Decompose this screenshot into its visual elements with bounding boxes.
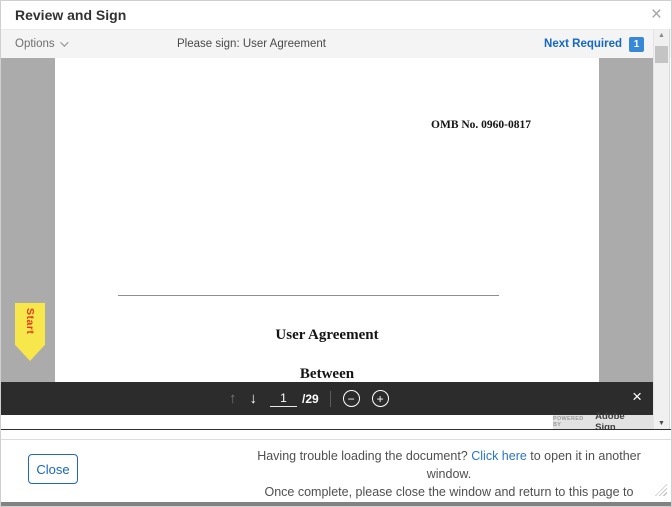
window-bottom-edge <box>1 502 671 506</box>
options-label: Options <box>15 38 55 50</box>
dialog-footer: Close Having trouble loading the documen… <box>1 430 671 506</box>
document-subtitle: Between <box>299 366 355 382</box>
close-icon[interactable]: × <box>651 3 662 27</box>
pdf-toolbar: ↑ ↓ /29 − + × <box>1 382 653 415</box>
click-here-link[interactable]: Click here <box>471 449 527 463</box>
start-tab[interactable]: Start <box>15 303 45 361</box>
footer-divider <box>1 439 671 440</box>
powered-strip: POWERED BY Adobe Sign <box>1 411 653 433</box>
options-bar: Options Please sign: User Agreement Next… <box>1 29 671 58</box>
trouble-message: Having trouble loading the document? Cli… <box>239 447 659 506</box>
chevron-down-icon <box>59 38 69 47</box>
document-viewer: OMB No. 0960-0817 User Agreement Between… <box>1 58 653 382</box>
toolbar-close-icon[interactable]: × <box>632 387 642 407</box>
scroll-down-icon[interactable]: ▼ <box>654 420 669 427</box>
options-menu-button[interactable]: Options <box>15 30 69 58</box>
close-button[interactable]: Close <box>28 454 78 484</box>
scroll-up-icon[interactable]: ▲ <box>654 32 669 39</box>
horizontal-rule <box>118 295 499 296</box>
start-tab-label: Start <box>24 308 36 335</box>
powered-by-label: POWERED BY <box>553 416 584 428</box>
dialog-title: Review and Sign <box>15 7 127 23</box>
document-title: User Agreement <box>275 327 379 343</box>
next-required-button[interactable]: Next Required <box>544 38 622 50</box>
vertical-scrollbar[interactable]: ▲ ▼ <box>653 30 669 429</box>
omb-number: OMB No. 0960-0817 <box>431 119 531 131</box>
review-and-sign-dialog: Review and Sign × Options Please sign: U… <box>0 0 672 507</box>
previous-page-icon[interactable]: ↑ <box>229 391 237 406</box>
sign-prompt: Please sign: User Agreement <box>177 38 326 50</box>
page-total: /29 <box>302 391 319 406</box>
powered-by-badge: POWERED BY Adobe Sign <box>553 411 653 433</box>
document-page: OMB No. 0960-0817 User Agreement Between <box>55 58 599 382</box>
next-page-icon[interactable]: ↓ <box>250 391 258 406</box>
right-gutter-border <box>669 29 670 429</box>
zoom-in-icon[interactable]: + <box>371 390 389 407</box>
scrollbar-thumb[interactable] <box>655 46 668 63</box>
trouble-text: Having trouble loading the document? <box>257 449 472 463</box>
next-required-count-badge[interactable]: 1 <box>629 37 644 52</box>
zoom-out-icon[interactable]: − <box>342 390 360 407</box>
pdf-toolbar-controls: ↑ ↓ /29 − + <box>229 382 389 415</box>
toolbar-divider <box>329 390 331 407</box>
page-number-input[interactable] <box>270 390 297 407</box>
dialog-header: Review and Sign × <box>1 1 671 29</box>
